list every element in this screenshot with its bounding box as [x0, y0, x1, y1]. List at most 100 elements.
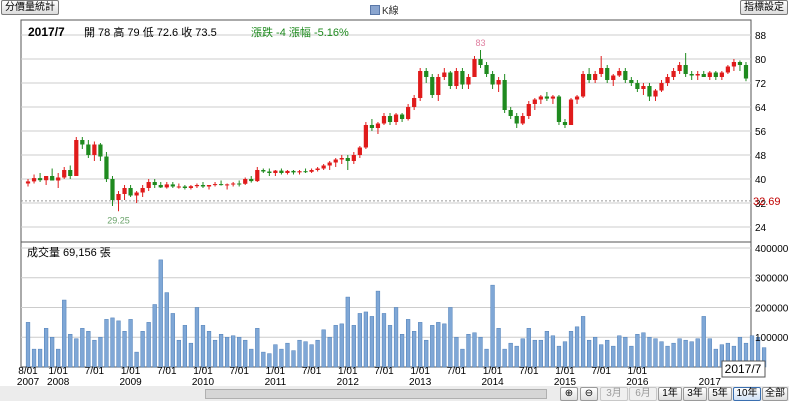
current-period-label: 2017/7	[725, 362, 762, 376]
x-tick-label: 8/01	[18, 366, 38, 377]
candle-body	[556, 96, 562, 122]
candle-body	[267, 171, 272, 173]
x-year-label: 2012	[337, 377, 360, 386]
candle-body	[273, 170, 278, 173]
price-tick-label: 48	[755, 151, 767, 162]
candle-body	[719, 72, 724, 77]
candle-body	[599, 68, 604, 74]
candle-body	[665, 77, 670, 83]
volume-bar	[436, 322, 441, 368]
change-text: 漲跌 -4 漲幅 -5.16%	[251, 25, 349, 39]
volume-bar	[309, 344, 314, 368]
volume-bar	[86, 331, 91, 368]
candle-body	[605, 68, 610, 80]
x-tick-label: 1/01	[266, 366, 286, 377]
volume-bar	[243, 339, 248, 368]
x-year-label: 2014	[481, 377, 504, 386]
volume-bar	[92, 339, 97, 368]
volume-bar	[466, 334, 471, 368]
volume-bar	[430, 325, 435, 368]
time-scrollbar[interactable]	[205, 389, 547, 399]
volume-bar	[140, 331, 145, 368]
range-10y-button[interactable]: 10年	[733, 387, 761, 401]
range-3m-button[interactable]: 3月	[600, 387, 628, 401]
candle-body	[92, 144, 97, 155]
volume-bar	[665, 345, 670, 368]
candle-body	[31, 178, 37, 182]
x-tick-label: 7/01	[157, 366, 177, 377]
volume-bar	[297, 339, 302, 368]
candle-body	[550, 96, 556, 99]
volume-bar	[538, 339, 543, 368]
zoom-out-button[interactable]: ⊖	[580, 387, 598, 401]
zoom-in-button[interactable]: ⊕	[560, 387, 578, 401]
candle-body	[194, 185, 200, 187]
volume-bar	[68, 334, 73, 368]
price-tick-label: 24	[755, 223, 767, 234]
price-tick-label: 64	[755, 103, 767, 114]
volume-bar	[291, 350, 296, 368]
range-all-button[interactable]: 全部	[762, 387, 788, 401]
candle-body	[243, 179, 248, 184]
range-5y-button[interactable]: 5年	[708, 387, 732, 401]
volume-bar	[677, 338, 682, 368]
volume-bar	[152, 304, 157, 368]
volume-bar	[454, 336, 459, 368]
candle-body	[212, 184, 218, 186]
candle-body	[406, 107, 411, 119]
candle-body	[176, 186, 181, 188]
candle-body	[424, 71, 429, 77]
candle-body	[611, 75, 616, 80]
volume-bar	[647, 336, 652, 368]
candle-body	[689, 74, 694, 76]
candle-body	[255, 170, 260, 182]
x-year-label: 2011	[265, 377, 287, 386]
candle-body	[514, 116, 519, 124]
range-1y-button[interactable]: 1年	[658, 387, 682, 401]
candle-body	[116, 194, 121, 200]
candle-body	[526, 104, 531, 116]
candle-body	[393, 114, 399, 122]
volume-bar	[37, 348, 43, 368]
volume-bar	[200, 325, 206, 368]
candle-body	[303, 171, 308, 173]
candle-body	[86, 144, 91, 155]
x-tick-label: 1/01	[193, 366, 213, 377]
volume-bar	[490, 284, 495, 368]
high-annotation: 83	[476, 38, 486, 48]
volume-bar	[273, 344, 278, 368]
volume-bar	[128, 319, 133, 368]
volume-bar	[556, 345, 562, 368]
candle-body	[25, 181, 31, 184]
candle-body	[134, 192, 139, 196]
volume-bar	[122, 331, 127, 368]
volume-bar	[448, 307, 453, 368]
candle-body	[206, 185, 212, 187]
candle-body	[62, 170, 67, 178]
candle-body	[418, 71, 423, 98]
candle-body	[231, 183, 236, 185]
volume-bar	[442, 323, 447, 368]
chart-area[interactable]: 2432404856647280881000002000003000004000…	[0, 0, 789, 386]
range-3y-button[interactable]: 3年	[683, 387, 707, 401]
volume-tick-label: 100000	[755, 333, 789, 344]
candle-body	[484, 65, 489, 74]
candle-body	[671, 71, 676, 77]
candle-body	[98, 144, 103, 157]
candle-body	[466, 77, 471, 85]
x-year-label: 2008	[47, 377, 70, 386]
x-tick-label: 7/01	[374, 366, 394, 377]
range-6m-button[interactable]: 6月	[629, 387, 657, 401]
x-tick-label: 7/01	[302, 366, 322, 377]
x-year-label: 2013	[409, 377, 432, 386]
candle-body	[68, 170, 73, 176]
x-year-label: 2015	[554, 377, 577, 386]
candle-body	[587, 74, 592, 80]
candle-body	[321, 165, 326, 169]
volume-bar	[671, 342, 676, 368]
candle-body	[381, 116, 387, 124]
volume-bar	[315, 339, 320, 368]
volume-bar	[345, 296, 350, 368]
volume-bar	[641, 332, 646, 368]
candle-body	[225, 184, 230, 186]
